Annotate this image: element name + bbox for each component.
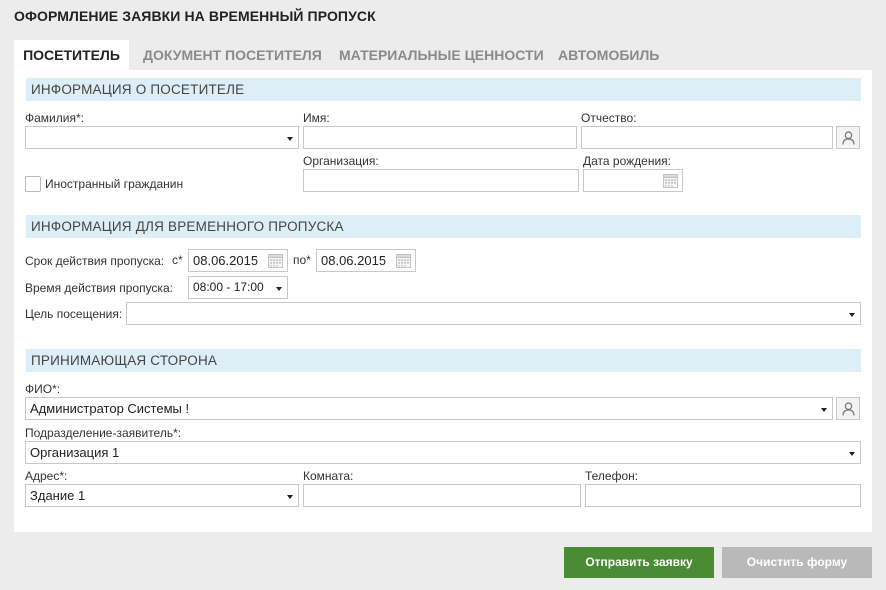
firstname-field[interactable]: [303, 126, 577, 149]
purpose-label: Цель посещения:: [25, 307, 123, 321]
department-select[interactable]: Организация 1: [25, 441, 861, 464]
foreigner-label: Иностранный гражданин: [45, 177, 184, 191]
fio-select[interactable]: Администратор Системы !: [25, 397, 833, 420]
firstname-label: Имя:: [303, 111, 330, 125]
section-header-host: ПРИНИМАЮЩАЯ СТОРОНА: [26, 349, 861, 372]
to-label: по*: [293, 253, 311, 267]
select-visitor-button[interactable]: [836, 126, 860, 149]
organization-input[interactable]: [308, 170, 578, 191]
calendar-icon[interactable]: [663, 173, 678, 188]
room-field[interactable]: [303, 484, 581, 507]
purpose-select[interactable]: [126, 302, 861, 325]
phone-label: Телефон:: [585, 469, 639, 483]
fio-label: ФИО*:: [25, 382, 61, 396]
chevron-down-icon: [849, 313, 855, 317]
chevron-down-icon: [287, 495, 293, 499]
lastname-label: Фамилия*:: [25, 111, 84, 125]
to-date-value: 08.06.2015: [321, 253, 387, 268]
from-date-value: 08.06.2015: [193, 253, 259, 268]
patronymic-field[interactable]: [581, 126, 833, 149]
clear-form-button[interactable]: Очистить форму: [722, 547, 872, 578]
tab-material-values[interactable]: МАТЕРИАЛЬНЫЕ ЦЕННОСТИ: [339, 40, 544, 70]
user-icon: [842, 131, 855, 145]
time-select[interactable]: 08:00 - 17:00: [188, 276, 288, 299]
to-date-field[interactable]: 08.06.2015: [316, 249, 416, 272]
user-icon: [842, 402, 855, 416]
patronymic-input[interactable]: [586, 127, 832, 148]
chevron-down-icon: [849, 452, 855, 456]
tab-vehicle[interactable]: АВТОМОБИЛЬ: [558, 40, 659, 70]
chevron-down-icon: [287, 137, 293, 141]
room-input[interactable]: [308, 485, 580, 506]
address-label: Адрес*:: [25, 469, 68, 483]
birthdate-field[interactable]: [583, 169, 683, 192]
from-label: с*: [172, 253, 183, 267]
chevron-down-icon: [276, 287, 282, 291]
time-label: Время действия пропуска:: [25, 281, 173, 295]
phone-input[interactable]: [590, 485, 860, 506]
department-label: Подразделение-заявитель*:: [25, 426, 182, 440]
fio-value: Администратор Системы !: [30, 401, 190, 416]
time-value: 08:00 - 17:00: [193, 280, 264, 294]
patronymic-label: Отчество:: [581, 111, 637, 125]
phone-field[interactable]: [585, 484, 861, 507]
room-label: Комната:: [303, 469, 354, 483]
validity-label: Срок действия пропуска:: [25, 254, 165, 268]
submit-request-button[interactable]: Отправить заявку: [564, 547, 714, 578]
from-date-field[interactable]: 08.06.2015: [188, 249, 288, 272]
lastname-select[interactable]: [25, 126, 299, 149]
section-header-visitor: ИНФОРМАЦИЯ О ПОСЕТИТЕЛЕ: [26, 78, 861, 101]
calendar-icon[interactable]: [268, 253, 283, 268]
address-select[interactable]: Здание 1: [25, 484, 299, 507]
organization-field[interactable]: [303, 169, 579, 192]
select-host-button[interactable]: [836, 397, 860, 420]
firstname-input[interactable]: [308, 127, 576, 148]
organization-label: Организация:: [303, 154, 379, 168]
address-value: Здание 1: [30, 488, 86, 503]
chevron-down-icon: [821, 408, 827, 412]
tab-visitor[interactable]: ПОСЕТИТЕЛЬ: [14, 40, 129, 70]
department-value: Организация 1: [30, 445, 120, 460]
form-panel: ИНФОРМАЦИЯ О ПОСЕТИТЕЛЕ Фамилия*: Имя: О…: [14, 70, 872, 532]
birthdate-label: Дата рождения:: [583, 154, 671, 168]
calendar-icon[interactable]: [396, 253, 411, 268]
section-header-pass: ИНФОРМАЦИЯ ДЛЯ ВРЕМЕННОГО ПРОПУСКА: [26, 215, 861, 238]
tab-visitor-document[interactable]: ДОКУМЕНТ ПОСЕТИТЕЛЯ: [143, 40, 322, 70]
page-title: ОФОРМЛЕНИЕ ЗАЯВКИ НА ВРЕМЕННЫЙ ПРОПУСК: [14, 8, 376, 24]
foreigner-checkbox[interactable]: [25, 176, 41, 192]
